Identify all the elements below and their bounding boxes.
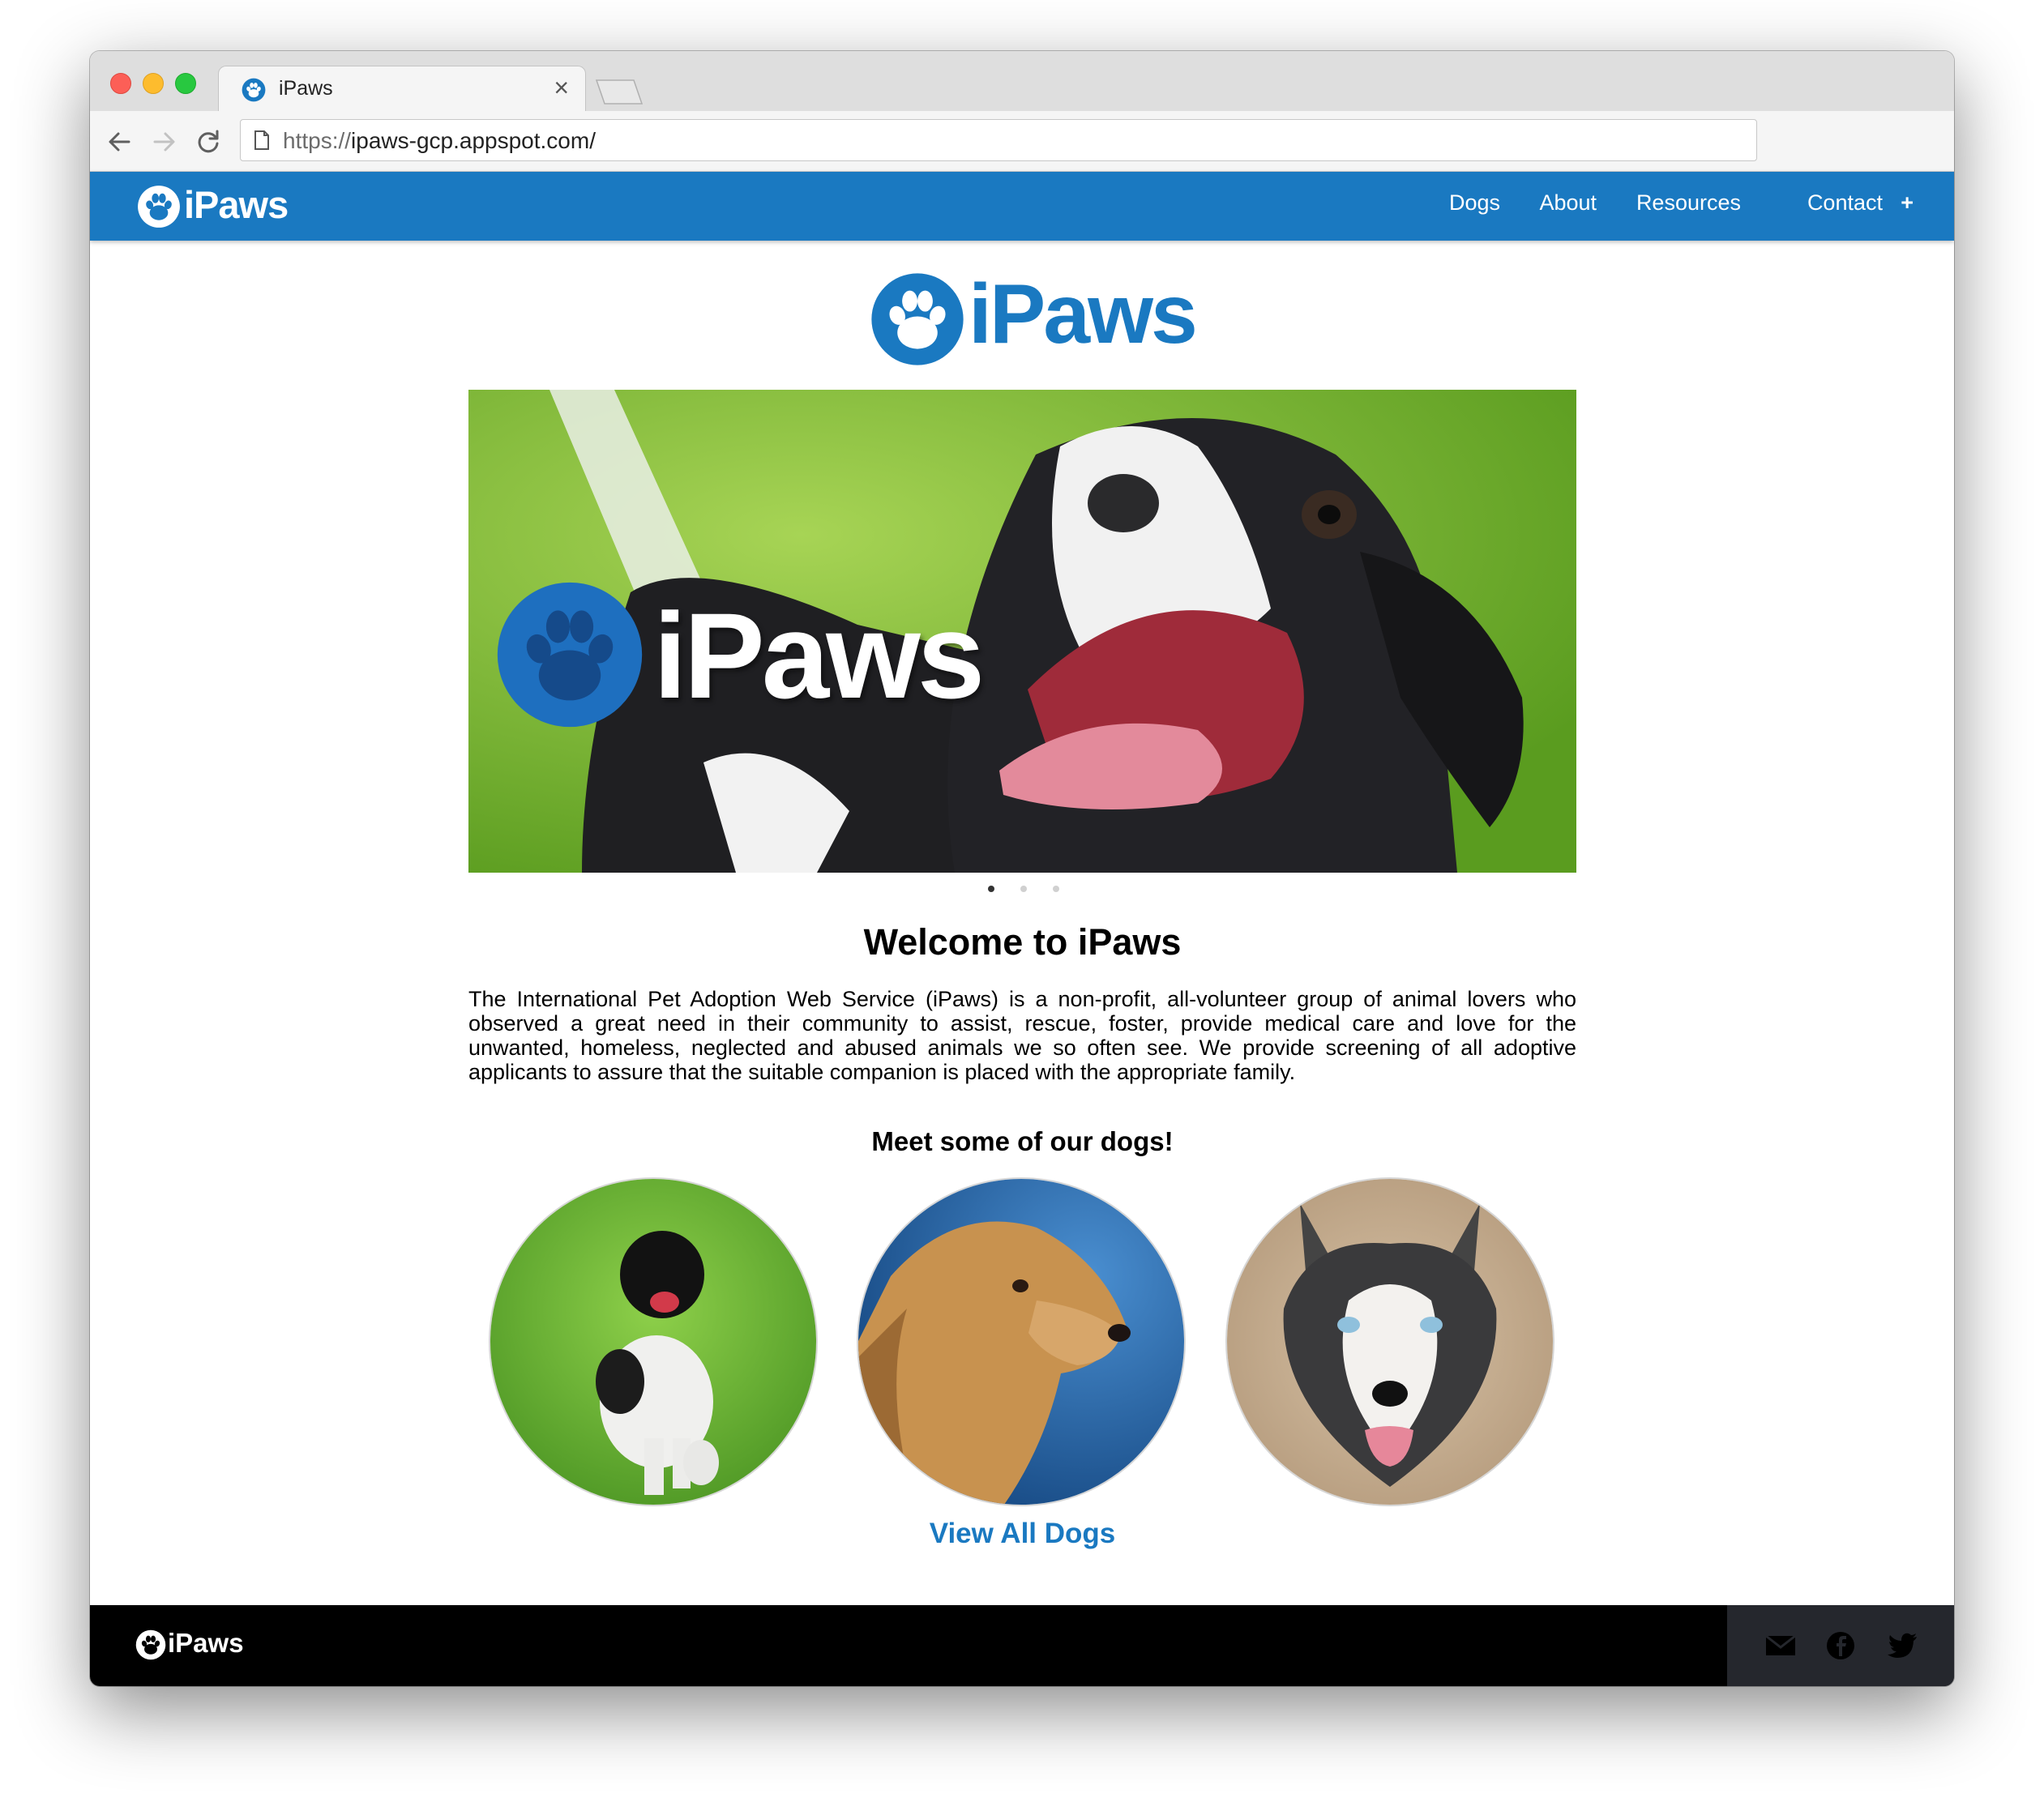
meet-dogs-heading: Meet some of our dogs! xyxy=(871,1126,1174,1156)
mail-icon[interactable] xyxy=(1764,1629,1797,1662)
window-minimize-button[interactable] xyxy=(143,73,164,94)
nav-item-resources[interactable]: Resources xyxy=(1636,190,1741,216)
twitter-icon[interactable] xyxy=(1886,1629,1918,1662)
carousel-dot-1[interactable] xyxy=(988,886,994,892)
paw-logo-icon xyxy=(870,271,965,367)
welcome-heading: Welcome to iPaws xyxy=(863,921,1182,963)
footer-brand-text: iPaws xyxy=(168,1628,244,1658)
carousel-dot-2[interactable] xyxy=(1020,886,1027,892)
dog-photo-1[interactable] xyxy=(490,1179,816,1505)
back-arrow-icon[interactable] xyxy=(105,127,134,156)
hero-logo-text: iPaws xyxy=(653,587,985,724)
site-navbar: iPaws Dogs About Resources Contact + xyxy=(90,172,1954,241)
window-maximize-button[interactable] xyxy=(175,73,196,94)
address-bar[interactable]: https://ipaws-gcp.appspot.com/ xyxy=(240,119,1757,161)
paw-favicon-icon xyxy=(242,78,266,102)
husky-image xyxy=(1227,1179,1553,1505)
window-close-button[interactable] xyxy=(110,73,131,94)
new-tab-button[interactable] xyxy=(595,79,644,105)
social-links xyxy=(1727,1605,1954,1686)
view-all-dogs-link[interactable]: View All Dogs xyxy=(468,1518,1576,1550)
carousel-dot-3[interactable] xyxy=(1053,886,1059,892)
carousel-indicators xyxy=(988,886,1069,895)
tab-strip: iPaws × xyxy=(90,51,1954,112)
dog-photo-2[interactable] xyxy=(858,1179,1184,1505)
poodle-image xyxy=(490,1179,816,1505)
reload-icon[interactable] xyxy=(194,127,223,156)
facebook-icon[interactable] xyxy=(1824,1629,1857,1662)
browser-toolbar: https://ipaws-gcp.appspot.com/ xyxy=(90,111,1954,172)
page-icon xyxy=(254,130,269,150)
url-text: https://ipaws-gcp.appspot.com/ xyxy=(283,128,596,154)
golden-retriever-image xyxy=(858,1179,1184,1505)
nav-item-about[interactable]: About xyxy=(1539,190,1597,216)
nav-item-more[interactable]: + xyxy=(1901,190,1914,216)
main-logo-text: iPaws xyxy=(969,267,1198,361)
tab-close-icon[interactable]: × xyxy=(554,73,569,102)
forward-arrow-icon[interactable] xyxy=(150,127,179,156)
paw-logo-inner-icon xyxy=(146,193,172,220)
intro-paragraph: The International Pet Adoption Web Servi… xyxy=(468,987,1576,1084)
nav-item-contact[interactable]: Contact xyxy=(1807,190,1883,216)
site-footer: iPaws xyxy=(90,1605,1954,1686)
main-logo: iPaws xyxy=(870,267,1198,369)
paw-logo-inner-icon xyxy=(141,1635,160,1655)
url-scheme: https:// xyxy=(283,128,352,153)
hero-paw-icon xyxy=(497,582,643,728)
navbar-brand-text: iPaws xyxy=(184,183,289,226)
url-host: ipaws-gcp.appspot.com/ xyxy=(351,128,596,153)
browser-tab[interactable]: iPaws × xyxy=(218,66,586,112)
dog-photo-3[interactable] xyxy=(1227,1179,1553,1505)
nav-item-dogs[interactable]: Dogs xyxy=(1449,190,1500,216)
tab-title: iPaws xyxy=(279,77,333,100)
hero-carousel[interactable]: iPaws xyxy=(468,390,1576,873)
browser-window: iPaws × https://ipaws-gcp.appspot.com/ i… xyxy=(90,51,1954,1686)
